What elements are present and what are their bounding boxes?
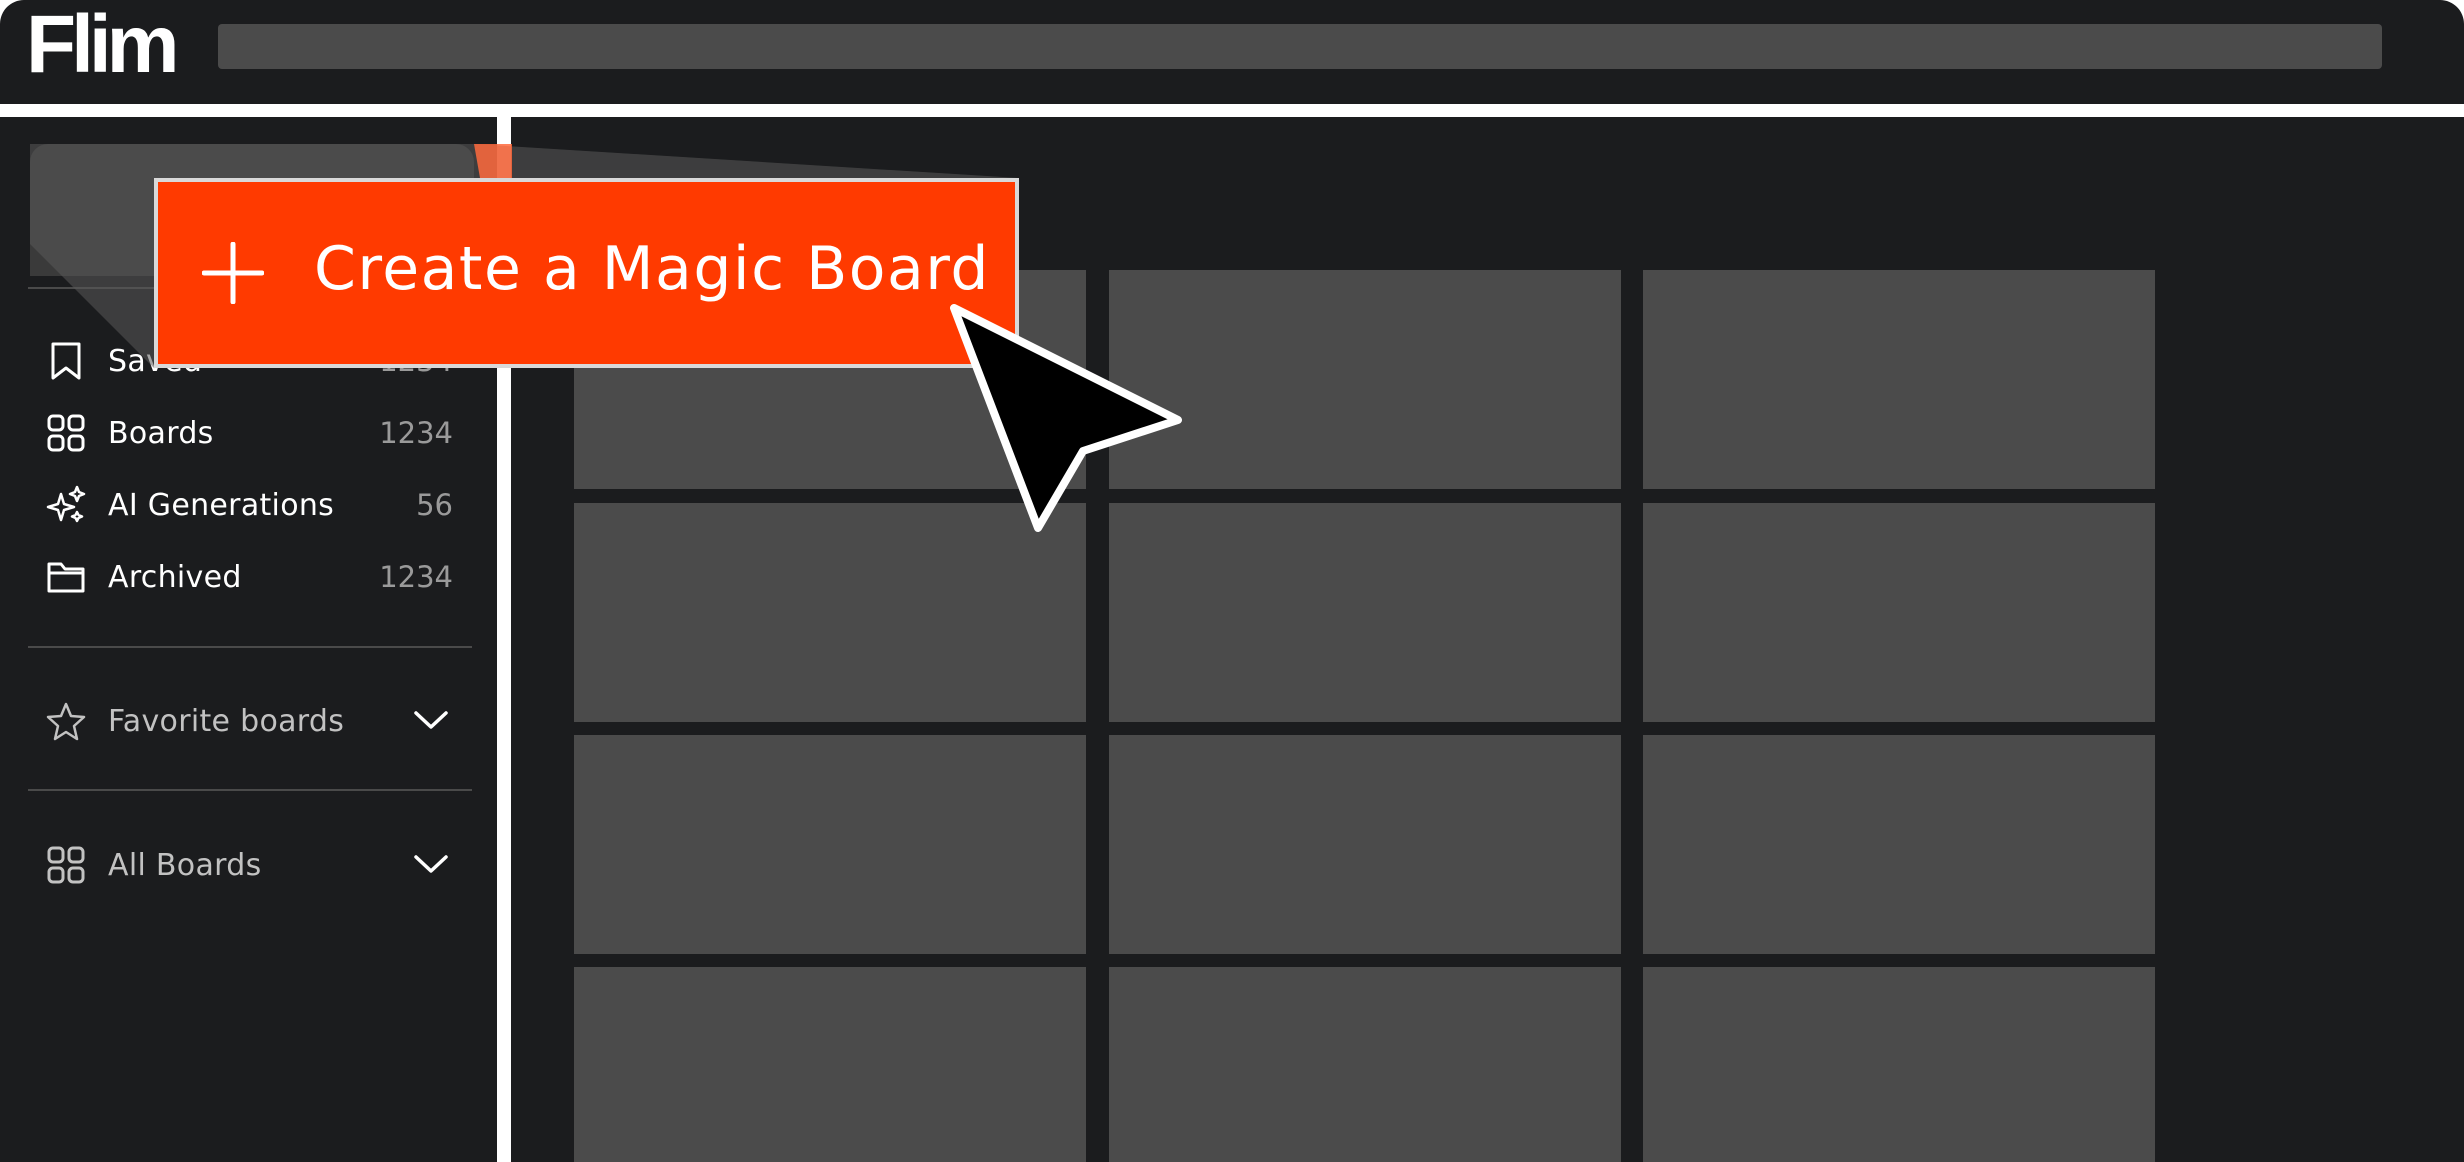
grid-icon: [46, 845, 86, 885]
board-tile[interactable]: [1109, 503, 1621, 722]
plus-icon: [202, 242, 264, 304]
board-tile[interactable]: [1643, 503, 2155, 722]
flim-logo[interactable]: Flim: [26, 4, 180, 86]
board-tile[interactable]: [1109, 967, 1621, 1162]
sidebar-item-boards[interactable]: Boards 1234: [0, 403, 497, 463]
sidebar-item-ai-generations[interactable]: AI Generations 56: [0, 475, 497, 535]
section-label: Favorite boards: [108, 703, 345, 739]
sidebar-item-label: AI Generations: [108, 487, 335, 523]
grid-icon: [46, 413, 86, 453]
board-tile[interactable]: [1643, 967, 2155, 1162]
folder-icon: [46, 557, 86, 597]
create-button-label: Create a Magic Board: [314, 234, 990, 304]
divider: [28, 789, 472, 791]
chevron-down-icon[interactable]: [413, 849, 449, 879]
sidebar-item-label: Boards: [108, 415, 214, 451]
section-label: All Boards: [108, 847, 262, 883]
mouse-cursor-icon: [950, 304, 1182, 532]
sidebar-item-label: Archived: [108, 559, 242, 595]
section-all-boards[interactable]: All Boards: [0, 835, 497, 895]
sidebar-item-count: 56: [416, 488, 453, 522]
board-tile[interactable]: [1643, 735, 2155, 954]
sidebar-item-count: 1234: [379, 560, 453, 594]
sidebar-item-count: 1234: [379, 416, 453, 450]
star-icon: [46, 701, 86, 741]
create-magic-board-button[interactable]: Create a Magic Board: [154, 178, 1019, 368]
top-bar: Flim: [0, 0, 2464, 104]
board-tile[interactable]: [574, 967, 1086, 1162]
chevron-down-icon[interactable]: [413, 705, 449, 735]
bookmark-icon: [46, 341, 86, 381]
divider: [28, 646, 472, 648]
sidebar-item-archived[interactable]: Archived 1234: [0, 547, 497, 607]
board-tile[interactable]: [574, 735, 1086, 954]
section-favorite-boards[interactable]: Favorite boards: [0, 691, 497, 751]
sparkles-icon: [46, 485, 86, 525]
board-tile[interactable]: [1109, 735, 1621, 954]
board-tile[interactable]: [574, 503, 1086, 722]
search-input[interactable]: [218, 24, 2382, 69]
board-tile[interactable]: [1643, 270, 2155, 489]
